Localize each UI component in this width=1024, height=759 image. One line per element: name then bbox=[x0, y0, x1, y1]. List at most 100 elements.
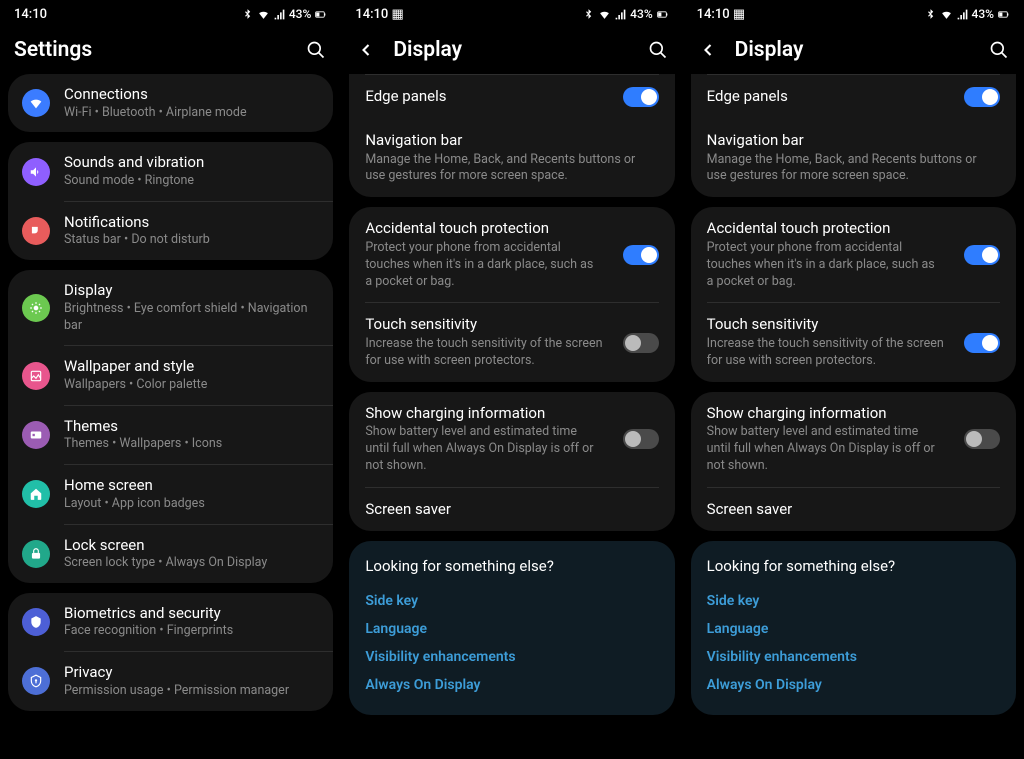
display-group-1: Edge panelsNavigation barManage the Home… bbox=[349, 74, 674, 197]
settings-text: ThemesThemes • Wallpapers • Icons bbox=[64, 417, 319, 453]
status-right: 43% bbox=[924, 7, 1010, 21]
toggle-knob bbox=[982, 89, 998, 105]
row-title: Display bbox=[64, 281, 319, 301]
status-right: 43% bbox=[241, 7, 327, 21]
bluetooth-icon bbox=[582, 8, 595, 21]
page-title: Display bbox=[393, 38, 630, 62]
row-screen-saver[interactable]: Screen saver bbox=[349, 488, 674, 532]
row-screen-saver[interactable]: Screen saver bbox=[691, 488, 1016, 532]
header: Settings bbox=[0, 28, 341, 74]
link-aod[interactable]: Always On Display bbox=[365, 671, 658, 699]
toggle-switch[interactable] bbox=[623, 429, 659, 449]
settings-item[interactable]: Biometrics and securityFace recognition … bbox=[8, 593, 333, 651]
wifi-icon bbox=[940, 8, 953, 21]
settings-item[interactable]: DisplayBrightness • Eye comfort shield •… bbox=[8, 270, 333, 345]
toggle-knob bbox=[625, 431, 641, 447]
row-title: Notifications bbox=[64, 213, 319, 233]
search-icon bbox=[989, 40, 1009, 60]
settings-text: PrivacyPermission usage • Permission man… bbox=[64, 663, 319, 699]
row-charging-info[interactable]: Show charging informationShow battery le… bbox=[349, 392, 674, 487]
row-subtitle: Brightness • Eye comfort shield • Naviga… bbox=[64, 301, 319, 335]
row-accidental-touch[interactable]: Accidental touch protectionProtect your … bbox=[691, 207, 1016, 302]
display-group-2: Accidental touch protectionProtect your … bbox=[691, 207, 1016, 381]
signal-icon bbox=[614, 8, 627, 21]
row-subtitle: Layout • App icon badges bbox=[64, 496, 319, 513]
row-edge-panels[interactable]: Edge panels bbox=[349, 75, 674, 119]
page-title: Settings bbox=[14, 38, 289, 62]
toggle-switch[interactable] bbox=[623, 87, 659, 107]
wallpaper-icon bbox=[22, 362, 50, 390]
bluetooth-icon bbox=[924, 8, 937, 21]
link-visibility[interactable]: Visibility enhancements bbox=[707, 643, 1000, 671]
settings-item[interactable]: NotificationsStatus bar • Do not disturb bbox=[8, 202, 333, 260]
settings-text: Lock screenScreen lock type • Always On … bbox=[64, 536, 319, 572]
looking-title: Looking for something else? bbox=[707, 557, 1000, 575]
row-navigation-bar[interactable]: Navigation barManage the Home, Back, and… bbox=[691, 119, 1016, 197]
link-language[interactable]: Language bbox=[365, 615, 658, 643]
toggle-switch[interactable] bbox=[964, 333, 1000, 353]
battery-icon bbox=[314, 8, 327, 21]
link-aod[interactable]: Always On Display bbox=[707, 671, 1000, 699]
looking-title: Looking for something else? bbox=[365, 557, 658, 575]
row-subtitle: Face recognition • Fingerprints bbox=[64, 623, 319, 640]
row-subtitle: Wallpapers • Color palette bbox=[64, 377, 319, 394]
status-right: 43% bbox=[582, 7, 668, 21]
back-button[interactable] bbox=[355, 39, 377, 61]
settings-item[interactable]: ConnectionsWi-Fi • Bluetooth • Airplane … bbox=[8, 74, 333, 132]
toggle-knob bbox=[982, 247, 998, 263]
toggle-switch[interactable] bbox=[964, 87, 1000, 107]
link-side-key[interactable]: Side key bbox=[365, 587, 658, 615]
row-charging-info[interactable]: Show charging informationShow battery le… bbox=[691, 392, 1016, 487]
row-subtitle: Screen lock type • Always On Display bbox=[64, 555, 319, 572]
wifi-icon bbox=[598, 8, 611, 21]
settings-text: ConnectionsWi-Fi • Bluetooth • Airplane … bbox=[64, 85, 319, 121]
settings-group: DisplayBrightness • Eye comfort shield •… bbox=[8, 270, 333, 583]
settings-item[interactable]: PrivacyPermission usage • Permission man… bbox=[8, 652, 333, 710]
settings-item[interactable]: Sounds and vibrationSound mode • Rington… bbox=[8, 142, 333, 200]
toggle-knob bbox=[641, 89, 657, 105]
settings-item[interactable]: Home screenLayout • App icon badges bbox=[8, 465, 333, 523]
link-visibility[interactable]: Visibility enhancements bbox=[365, 643, 658, 671]
wifi-icon bbox=[257, 8, 270, 21]
phone-display-b: 14:10 ▦43% Display Edge panelsNavigation b… bbox=[683, 0, 1024, 759]
display-icon bbox=[22, 294, 50, 322]
battery-icon bbox=[997, 8, 1010, 21]
row-edge-panels[interactable]: Edge panels bbox=[691, 75, 1016, 119]
settings-text: Wallpaper and styleWallpapers • Color pa… bbox=[64, 357, 319, 393]
back-icon bbox=[356, 40, 376, 60]
link-side-key[interactable]: Side key bbox=[707, 587, 1000, 615]
row-accidental-touch[interactable]: Accidental touch protectionProtect your … bbox=[349, 207, 674, 302]
toggle-knob bbox=[625, 335, 641, 351]
search-button[interactable] bbox=[988, 39, 1010, 61]
toggle-switch[interactable] bbox=[964, 429, 1000, 449]
settings-item[interactable]: Lock screenScreen lock type • Always On … bbox=[8, 525, 333, 583]
search-button[interactable] bbox=[647, 39, 669, 61]
settings-group: ConnectionsWi-Fi • Bluetooth • Airplane … bbox=[8, 74, 333, 132]
page-title: Display bbox=[735, 38, 972, 62]
statusbar: 14:10 ▦43% bbox=[683, 0, 1024, 28]
sound-icon bbox=[22, 158, 50, 186]
settings-text: DisplayBrightness • Eye comfort shield •… bbox=[64, 281, 319, 334]
search-icon bbox=[306, 40, 326, 60]
row-touch-sensitivity[interactable]: Touch sensitivityIncrease the touch sens… bbox=[349, 303, 674, 381]
settings-text: Biometrics and securityFace recognition … bbox=[64, 604, 319, 640]
settings-item[interactable]: Wallpaper and styleWallpapers • Color pa… bbox=[8, 346, 333, 404]
row-touch-sensitivity[interactable]: Touch sensitivityIncrease the touch sens… bbox=[691, 303, 1016, 381]
header: Display bbox=[683, 28, 1024, 74]
signal-icon bbox=[273, 8, 286, 21]
row-navigation-bar[interactable]: Navigation barManage the Home, Back, and… bbox=[349, 119, 674, 197]
search-button[interactable] bbox=[305, 39, 327, 61]
display-group-1: Edge panelsNavigation barManage the Home… bbox=[691, 74, 1016, 197]
toggle-switch[interactable] bbox=[623, 333, 659, 353]
toggle-switch[interactable] bbox=[964, 245, 1000, 265]
settings-group: Sounds and vibrationSound mode • Rington… bbox=[8, 142, 333, 260]
notif-icon bbox=[22, 217, 50, 245]
back-button[interactable] bbox=[697, 39, 719, 61]
statusbar: 14:10 43% bbox=[0, 0, 341, 28]
row-title: Lock screen bbox=[64, 536, 319, 556]
settings-item[interactable]: ThemesThemes • Wallpapers • Icons bbox=[8, 406, 333, 464]
toggle-switch[interactable] bbox=[623, 245, 659, 265]
looking-for-card: Looking for something else? Side keyLangu… bbox=[349, 541, 674, 715]
link-language[interactable]: Language bbox=[707, 615, 1000, 643]
settings-text: Home screenLayout • App icon badges bbox=[64, 476, 319, 512]
